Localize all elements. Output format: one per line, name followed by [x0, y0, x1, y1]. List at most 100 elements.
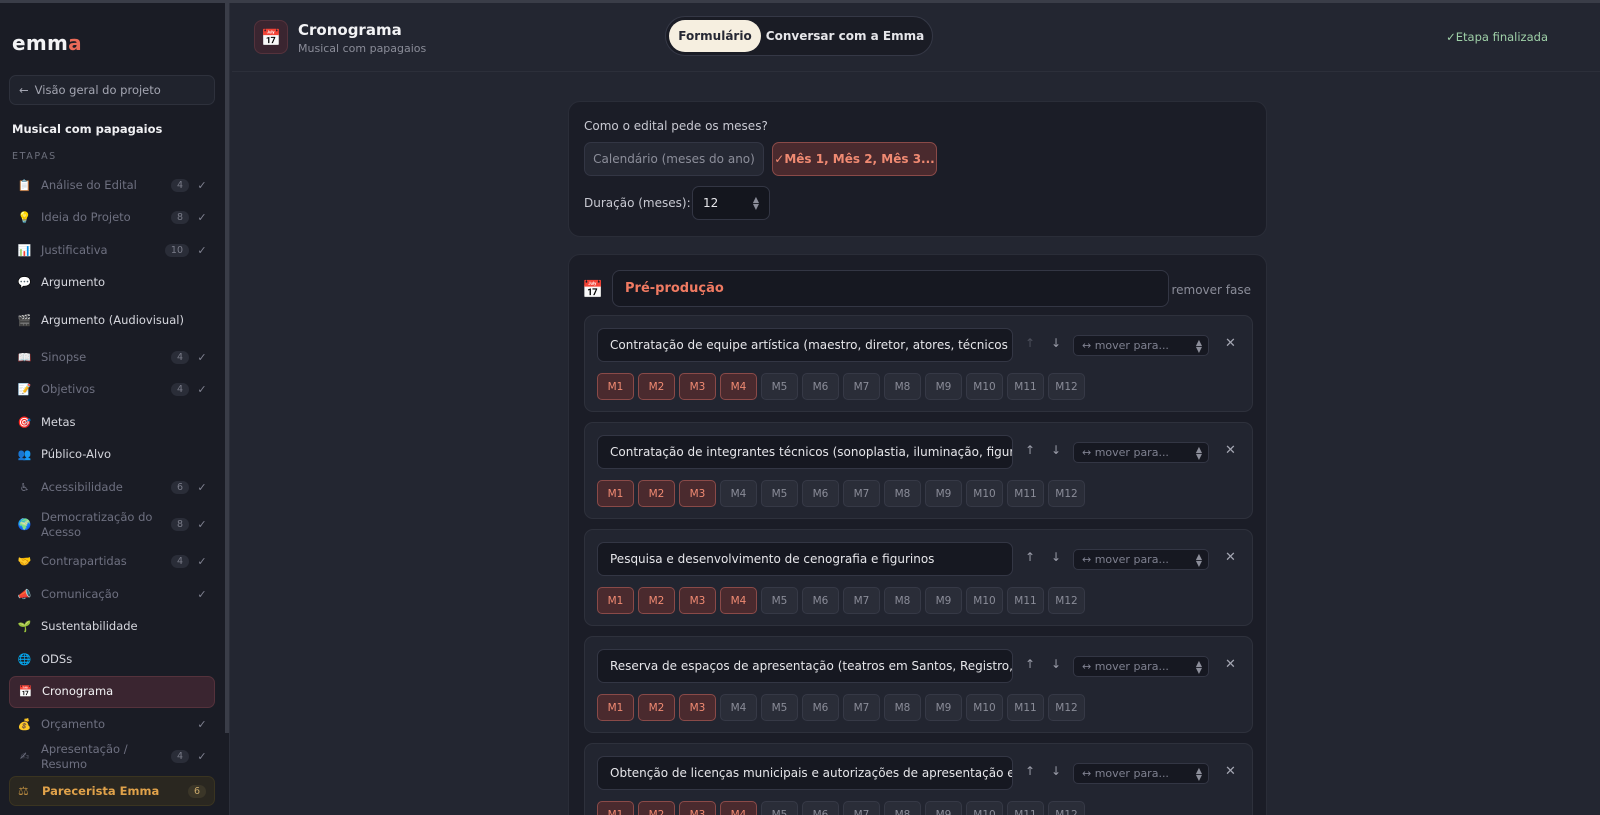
month-toggle-button[interactable]: M3 [679, 587, 716, 614]
move-to-select[interactable]: ↔ mover para... ▲ ▼ [1073, 656, 1209, 677]
task-name-input[interactable]: Contratação de equipe artística (maestro… [597, 328, 1013, 362]
month-toggle-button[interactable]: M1 [597, 801, 634, 815]
month-toggle-button[interactable]: M4 [720, 587, 757, 614]
month-toggle-button[interactable]: M9 [925, 694, 962, 721]
month-toggle-button[interactable]: M5 [761, 480, 798, 507]
arrow-down-icon[interactable]: ↓ [1051, 336, 1061, 350]
month-toggle-button[interactable]: M10 [966, 694, 1003, 721]
task-name-input[interactable]: Obtenção de licenças municipais e autori… [597, 756, 1013, 790]
sidebar-item[interactable]: 📋 Análise do Edital 4 ✓ [9, 169, 215, 202]
month-toggle-button[interactable]: M4 [720, 480, 757, 507]
sidebar-item[interactable]: 💬 Argumento [9, 267, 215, 300]
month-toggle-button[interactable]: M8 [884, 373, 921, 400]
sidebar-item[interactable]: 🌐 ODSs [9, 643, 215, 676]
month-toggle-button[interactable]: M12 [1048, 694, 1085, 721]
month-toggle-button[interactable]: M7 [843, 694, 880, 721]
month-toggle-button[interactable]: M5 [761, 694, 798, 721]
month-toggle-button[interactable]: M6 [802, 587, 839, 614]
arrow-down-icon[interactable]: ↓ [1051, 550, 1061, 564]
sidebar-item[interactable]: 📝 Objetivos 4 ✓ [9, 374, 215, 407]
sidebar-item[interactable]: 📣 Comunicação ✓ [9, 578, 215, 611]
month-toggle-button[interactable]: M10 [966, 587, 1003, 614]
month-toggle-button[interactable]: M8 [884, 694, 921, 721]
arrow-up-icon[interactable]: ↑ [1025, 550, 1035, 564]
month-toggle-button[interactable]: M10 [966, 373, 1003, 400]
month-toggle-button[interactable]: M3 [679, 480, 716, 507]
month-toggle-button[interactable]: M7 [843, 801, 880, 815]
month-toggle-button[interactable]: M4 [720, 373, 757, 400]
month-toggle-button[interactable]: M2 [638, 480, 675, 507]
relative-months-option-button[interactable]: ✓Mês 1, Mês 2, Mês 3... [772, 142, 937, 176]
month-toggle-button[interactable]: M7 [843, 373, 880, 400]
month-toggle-button[interactable]: M6 [802, 694, 839, 721]
close-icon[interactable]: ✕ [1225, 657, 1236, 672]
month-toggle-button[interactable]: M1 [597, 373, 634, 400]
sidebar-item[interactable]: 💡 Ideia do Projeto 8 ✓ [9, 202, 215, 235]
month-toggle-button[interactable]: M5 [761, 587, 798, 614]
move-to-select[interactable]: ↔ mover para... ▲ ▼ [1073, 335, 1209, 356]
sidebar-item[interactable]: ♿ Acessibilidade 6 ✓ [9, 471, 215, 504]
month-toggle-button[interactable]: M4 [720, 694, 757, 721]
move-to-select[interactable]: ↔ mover para... ▲ ▼ [1073, 442, 1209, 463]
month-toggle-button[interactable]: M10 [966, 480, 1003, 507]
chat-mode-button[interactable]: Conversar com a Emma [761, 20, 929, 52]
month-toggle-button[interactable]: M9 [925, 373, 962, 400]
task-name-input[interactable]: Pesquisa e desenvolvimento de cenografia… [597, 542, 1013, 576]
sidebar-item[interactable]: 🤝 Contrapartidas 4 ✓ [9, 546, 215, 579]
month-toggle-button[interactable]: M12 [1048, 587, 1085, 614]
month-toggle-button[interactable]: M5 [761, 373, 798, 400]
month-toggle-button[interactable]: M1 [597, 694, 634, 721]
month-toggle-button[interactable]: M2 [638, 587, 675, 614]
month-toggle-button[interactable]: M4 [720, 801, 757, 815]
month-toggle-button[interactable]: M12 [1048, 373, 1085, 400]
month-toggle-button[interactable]: M3 [679, 801, 716, 815]
task-name-input[interactable]: Contratação de integrantes técnicos (son… [597, 435, 1013, 469]
sidebar-item[interactable]: 📊 Justificativa 10 ✓ [9, 234, 215, 267]
move-to-select[interactable]: ↔ mover para... ▲ ▼ [1073, 549, 1209, 570]
month-toggle-button[interactable]: M9 [925, 801, 962, 815]
month-toggle-button[interactable]: M6 [802, 373, 839, 400]
month-toggle-button[interactable]: M11 [1007, 480, 1044, 507]
month-toggle-button[interactable]: M1 [597, 587, 634, 614]
sidebar-item[interactable]: 📅 Cronograma [9, 675, 215, 708]
arrow-up-icon[interactable]: ↑ [1025, 657, 1035, 671]
month-toggle-button[interactable]: M3 [679, 373, 716, 400]
month-toggle-button[interactable]: M11 [1007, 587, 1044, 614]
sidebar-item[interactable]: 🎯 Metas [9, 406, 215, 439]
arrow-down-icon[interactable]: ↓ [1051, 764, 1061, 778]
month-toggle-button[interactable]: M2 [638, 373, 675, 400]
arrow-down-icon[interactable]: ↓ [1051, 657, 1061, 671]
month-toggle-button[interactable]: M2 [638, 801, 675, 815]
month-toggle-button[interactable]: M10 [966, 801, 1003, 815]
month-toggle-button[interactable]: M12 [1048, 480, 1085, 507]
task-name-input[interactable]: Reserva de espaços de apresentação (teat… [597, 649, 1013, 683]
month-toggle-button[interactable]: M7 [843, 587, 880, 614]
month-toggle-button[interactable]: M11 [1007, 694, 1044, 721]
month-toggle-button[interactable]: M6 [802, 480, 839, 507]
month-toggle-button[interactable]: M6 [802, 801, 839, 815]
close-icon[interactable]: ✕ [1225, 764, 1236, 779]
close-icon[interactable]: ✕ [1225, 550, 1236, 565]
month-toggle-button[interactable]: M7 [843, 480, 880, 507]
close-icon[interactable]: ✕ [1225, 443, 1236, 458]
month-toggle-button[interactable]: M1 [597, 480, 634, 507]
month-toggle-button[interactable]: M8 [884, 587, 921, 614]
month-toggle-button[interactable]: M2 [638, 694, 675, 721]
month-toggle-button[interactable]: M11 [1007, 373, 1044, 400]
close-icon[interactable]: ✕ [1225, 336, 1236, 351]
arrow-down-icon[interactable]: ↓ [1051, 443, 1061, 457]
calendar-option-button[interactable]: Calendário (meses do ano) [584, 142, 764, 176]
month-toggle-button[interactable]: M9 [925, 587, 962, 614]
duration-input[interactable]: 12 ▲ ▼ [692, 186, 770, 220]
arrow-up-icon[interactable]: ↑ [1025, 443, 1035, 457]
month-toggle-button[interactable]: M8 [884, 801, 921, 815]
sidebar-item[interactable]: 🎬 Argumento (Audiovisual) [9, 299, 215, 341]
month-toggle-button[interactable]: M8 [884, 480, 921, 507]
month-toggle-button[interactable]: M3 [679, 694, 716, 721]
arrow-up-icon[interactable]: ↑ [1025, 336, 1035, 350]
month-toggle-button[interactable]: M12 [1048, 801, 1085, 815]
month-toggle-button[interactable]: M5 [761, 801, 798, 815]
app-logo[interactable]: emma [12, 31, 82, 55]
move-to-select[interactable]: ↔ mover para... ▲ ▼ [1073, 763, 1209, 784]
remove-phase-button[interactable]: remover fase [1171, 283, 1251, 297]
